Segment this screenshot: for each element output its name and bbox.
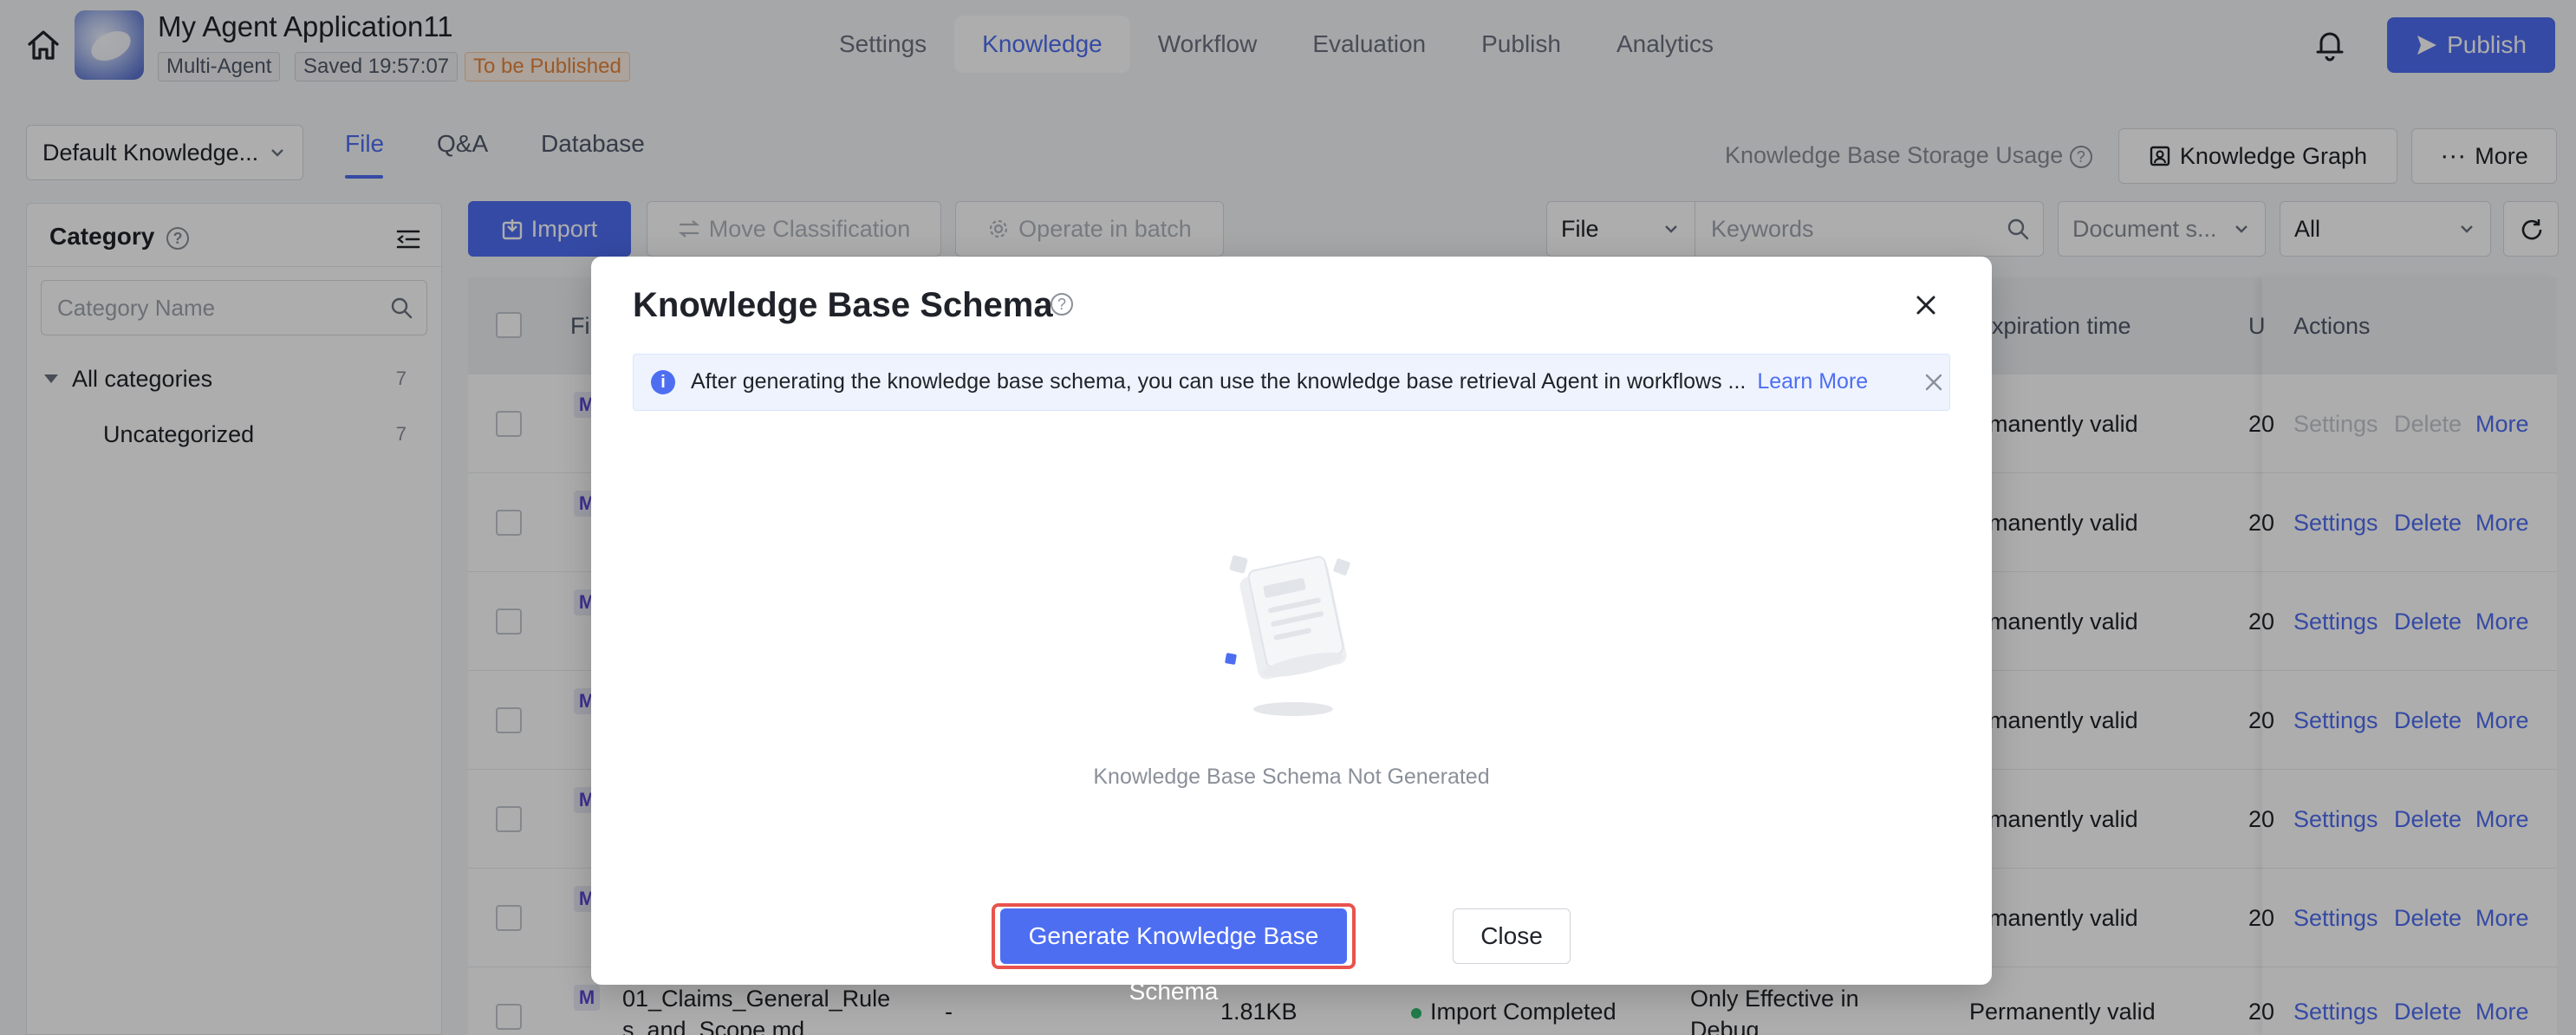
dialog-title: Knowledge Base Schema xyxy=(633,286,1053,324)
close-button[interactable]: Close xyxy=(1453,908,1571,964)
generate-schema-button[interactable]: Generate Knowledge Base Schema xyxy=(1000,908,1347,1005)
knowledge-base-schema-dialog: Knowledge Base Schema ? i After generati… xyxy=(591,257,1992,1005)
empty-document-illustration xyxy=(1225,555,1350,716)
info-banner-text: After generating the knowledge base sche… xyxy=(691,369,1868,394)
empty-state-text: Knowledge Base Schema Not Generated xyxy=(1093,765,1490,789)
help-icon[interactable]: ? xyxy=(1051,293,1073,316)
close-icon[interactable] xyxy=(1910,290,1942,321)
close-icon[interactable] xyxy=(1922,370,1946,394)
info-banner-message: After generating the knowledge base sche… xyxy=(691,369,1747,394)
learn-more-link[interactable]: Learn More xyxy=(1757,369,1868,394)
info-icon: i xyxy=(651,370,675,394)
info-banner: i After generating the knowledge base sc… xyxy=(633,354,1950,411)
